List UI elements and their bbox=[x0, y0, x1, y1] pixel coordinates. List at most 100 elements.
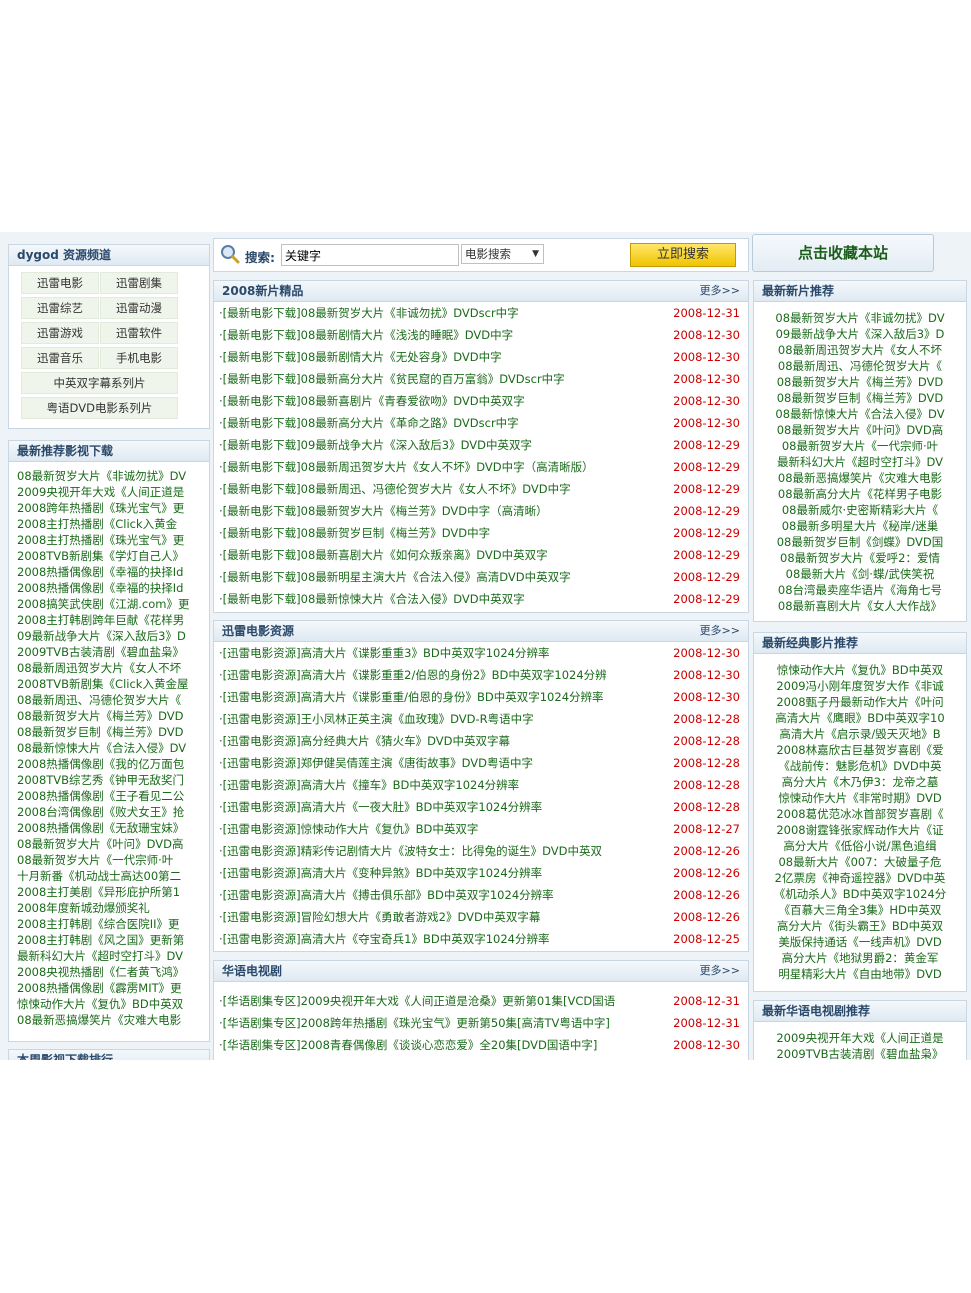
list-item-link[interactable]: 惊悚动作大片《复仇》BD中英双 bbox=[17, 997, 183, 1011]
list-item-link[interactable]: 2008主打韩剧《综合医院II》更 bbox=[17, 917, 180, 931]
list-item-link[interactable]: 《战前传：魅影危机》DVD中英 bbox=[778, 759, 941, 773]
list-item-link[interactable]: 08台湾最卖座华语片《海角七号 bbox=[778, 583, 942, 597]
list-item-link[interactable]: 2亿票房《神奇遥控器》DVD中英 bbox=[775, 871, 946, 885]
channel-item[interactable]: 迅雷音乐 bbox=[21, 347, 99, 369]
list-item-link[interactable]: 08最新周迅贺岁大片《女人不坏 bbox=[778, 343, 942, 357]
list-item-link[interactable]: 最新科幻大片《超时空打斗》DV bbox=[777, 455, 943, 469]
news-link[interactable]: ·[最新电影下载]08最新惊悚大片《合法入侵》DVD中英双字 bbox=[219, 592, 525, 606]
news-link[interactable]: ·[最新电影下载]08最新高分大片《革命之路》DVDscr中字 bbox=[219, 416, 519, 430]
list-item-link[interactable]: 08最新贺岁巨制《梅兰芳》DVD bbox=[777, 391, 944, 405]
list-item-link[interactable]: 惊悚动作大片《复仇》BD中英双 bbox=[777, 663, 943, 677]
list-item-link[interactable]: 08最新恶搞爆笑片《灾难大电影 bbox=[778, 471, 942, 485]
news-link[interactable]: ·[最新电影下载]08最新喜剧大片《如何众叛亲离》DVD中英双字 bbox=[219, 548, 548, 562]
list-item-link[interactable]: 08最新贺岁大片《非诚勿扰》DV bbox=[775, 311, 944, 325]
list-item-link[interactable]: 08最新周迅贺岁大片《女人不坏 bbox=[17, 661, 181, 675]
channel-item-wide[interactable]: 粤语DVD电影系列片 bbox=[21, 397, 178, 419]
news-link[interactable]: ·[迅雷电影资源]高清大片《谍影重重/伯恩的身份》BD中英双字1024分辨率 bbox=[219, 690, 604, 704]
list-item-link[interactable]: 2009央视开年大戏《人间正道是 bbox=[17, 485, 184, 499]
news-link[interactable]: ·[最新电影下载]08最新贺岁大片《梅兰芳》DVD中字（高清晰） bbox=[219, 504, 548, 518]
list-item-link[interactable]: 08最新贺岁大片《叶问》DVD高 bbox=[777, 423, 944, 437]
channel-item[interactable]: 迅雷动漫 bbox=[100, 297, 178, 319]
news-link[interactable]: ·[迅雷电影资源]郑伊健吴倩莲主演《唐街故事》DVD粤语中字 bbox=[219, 756, 533, 770]
list-item-link[interactable]: 09最新战争大片《深入敌后3》D bbox=[776, 327, 945, 341]
list-item-link[interactable]: 08最新威尔·史密斯精彩大片《 bbox=[782, 503, 938, 517]
list-item-link[interactable]: 08最新多明星大片《秘岸/迷巢 bbox=[782, 519, 939, 533]
list-item-link[interactable]: 08最新周迅、冯德伦贺岁大片《 bbox=[778, 359, 942, 373]
news-link[interactable]: ·[迅雷电影资源]高清大片《谍影重重3》BD中英双字1024分辨率 bbox=[219, 646, 549, 660]
list-item-link[interactable]: 08最新贺岁大片《爱呼2：爱情 bbox=[780, 551, 940, 565]
news-link[interactable]: ·[最新电影下载]08最新剧情大片《浅浅的睡眠》DVD中字 bbox=[219, 328, 513, 342]
list-item-link[interactable]: 2008甄子丹最新动作大片《叶问 bbox=[776, 695, 943, 709]
news-link[interactable]: ·[最新电影下载]08最新剧情大片《无处容身》DVD中字 bbox=[219, 350, 502, 364]
list-item-link[interactable]: 高分大片《低俗小说/黑色追缉 bbox=[783, 839, 936, 853]
list-item-link[interactable]: 2008热播偶像剧《无敌珊宝妹》 bbox=[17, 821, 184, 835]
list-item-link[interactable]: 2008热播偶像剧《幸福的抉择Id bbox=[17, 565, 183, 579]
list-item-link[interactable]: 2009TVB古装清剧《碧血盐枭》 bbox=[776, 1047, 943, 1060]
list-item-link[interactable]: 08最新贺岁巨制《梅兰芳》DVD bbox=[17, 725, 184, 739]
channel-item-wide[interactable]: 中英双字幕系列片 bbox=[21, 372, 178, 394]
list-item-link[interactable]: 08最新贺岁巨制《剑蝶》DVD国 bbox=[777, 535, 944, 549]
list-item-link[interactable]: 2008TVB新剧集《Click入黄金屋 bbox=[17, 677, 188, 691]
tv-more-link[interactable]: 更多>> bbox=[700, 961, 740, 981]
list-item-link[interactable]: 2008TVB综艺秀《钟甲无敌奖门 bbox=[17, 773, 184, 787]
search-input[interactable] bbox=[281, 244, 459, 266]
news-link[interactable]: ·[最新电影下载]08最新喜剧片《青春爱欲吻》DVD中英双字 bbox=[219, 394, 525, 408]
list-item-link[interactable]: 08最新惊悚大片《合法入侵》DV bbox=[775, 407, 944, 421]
news-link[interactable]: ·[迅雷电影资源]高清大片《变种异煞》BD中英双字1024分辨率 bbox=[219, 866, 542, 880]
channel-item[interactable]: 迅雷剧集 bbox=[100, 272, 178, 294]
news-link[interactable]: ·[最新电影下载]08最新高分大片《贫民窟的百万富翁》DVDscr中字 bbox=[219, 372, 565, 386]
list-item-link[interactable]: 08最新恶搞爆笑片《灾难大电影 bbox=[17, 1013, 181, 1027]
list-item-link[interactable]: 高分大片《木乃伊3：龙帝之墓 bbox=[782, 775, 939, 789]
list-item-link[interactable]: 08最新贺岁大片《叶问》DVD高 bbox=[17, 837, 184, 851]
news-link[interactable]: ·[迅雷电影资源]冒险幻想大片《勇敢者游戏2》DVD中英双字幕 bbox=[219, 910, 540, 924]
news-link[interactable]: ·[迅雷电影资源]精彩传记剧情大片《波特女士：比得兔的诞生》DVD中英双 bbox=[219, 844, 602, 858]
news-link[interactable]: ·[最新电影下载]08最新明星主演大片《合法入侵》高清DVD中英双字 bbox=[219, 570, 571, 584]
list-item-link[interactable]: 2008热播偶像剧《幸福的抉择Id bbox=[17, 581, 183, 595]
list-item-link[interactable]: 2008林嘉欣古巨基贺岁喜剧《爱 bbox=[776, 743, 943, 757]
list-item-link[interactable]: 2008跨年热播剧《珠光宝气》更 bbox=[17, 501, 184, 515]
search-button[interactable]: 立即搜索 bbox=[630, 243, 736, 267]
list-item-link[interactable]: 2008热播偶像剧《王子看见二公 bbox=[17, 789, 184, 803]
list-item-link[interactable]: 2008主打热播剧《珠光宝气》更 bbox=[17, 533, 184, 547]
list-item-link[interactable]: 惊悚动作大片《非常时期》DVD bbox=[778, 791, 941, 805]
list-item-link[interactable]: 2009央视开年大戏《人间正道是 bbox=[776, 1031, 943, 1045]
list-item-link[interactable]: 08最新大片《剑·蝶/武侠笑祝 bbox=[786, 567, 935, 581]
channel-item[interactable]: 迅雷电影 bbox=[21, 272, 99, 294]
list-item-link[interactable]: 2008主打热播剧《Click入黄金 bbox=[17, 517, 177, 531]
news-link[interactable]: ·[迅雷电影资源]高清大片《夺宝奇兵1》BD中英双字1024分辨率 bbox=[219, 932, 549, 946]
list-item-link[interactable]: 高分大片《街头霸王》BD中英双 bbox=[777, 919, 943, 933]
list-item-link[interactable]: 《百慕大三角全3集》HD中英双 bbox=[779, 903, 942, 917]
list-item-link[interactable]: 2008葛优范冰冰首部贺岁喜剧《 bbox=[776, 807, 943, 821]
list-item-link[interactable]: 09最新战争大片《深入敌后3》D bbox=[17, 629, 186, 643]
list-item-link[interactable]: 2008央视热播剧《仁者黄飞鸿》 bbox=[17, 965, 184, 979]
list-item-link[interactable]: 高清大片《鹰眼》BD中英双字10 bbox=[775, 711, 944, 725]
list-item-link[interactable]: 十月新番《机动战士高达00第二 bbox=[17, 869, 181, 883]
channel-item[interactable]: 迅雷软件 bbox=[100, 322, 178, 344]
list-item-link[interactable]: 高分大片《地狱男爵2：黄金军 bbox=[782, 951, 939, 965]
list-item-link[interactable]: 08最新大片《007：大破量子危 bbox=[778, 855, 941, 869]
news-link[interactable]: ·[迅雷电影资源]高清大片《撞车》BD中英双字1024分辨率 bbox=[219, 778, 519, 792]
xunlei-more-link[interactable]: 更多>> bbox=[700, 621, 740, 641]
list-item-link[interactable]: 08最新贺岁大片《一代宗师·叶 bbox=[782, 439, 938, 453]
list-item-link[interactable]: 2008主打韩剧《风之国》更新第 bbox=[17, 933, 184, 947]
channel-item[interactable]: 迅雷游戏 bbox=[21, 322, 99, 344]
list-item-link[interactable]: 08最新贺岁大片《一代宗师·叶 bbox=[17, 853, 173, 867]
search-type-select[interactable]: 电影搜索 ▼ bbox=[461, 244, 544, 264]
news-link[interactable]: ·[迅雷电影资源]高分经典大片《猜火车》DVD中英双字幕 bbox=[219, 734, 510, 748]
list-item-link[interactable]: 《机动杀人》BD中英双字1024分 bbox=[774, 887, 947, 901]
list-item-link[interactable]: 2008谢霆锋张家辉动作大片《证 bbox=[776, 823, 943, 837]
list-item-link[interactable]: 08最新高分大片《花样男子电影 bbox=[778, 487, 942, 501]
news-link[interactable]: ·[最新电影下载]08最新贺岁大片《非诚勿扰》DVDscr中字 bbox=[219, 306, 519, 320]
news-link[interactable]: ·[华语剧集专区]2009央视开年大戏《人间正道是沧桑》更新第01集[VCD国语 bbox=[219, 994, 615, 1008]
news-link[interactable]: ·[最新电影下载]08最新贺岁巨制《梅兰芳》DVD中字 bbox=[219, 526, 490, 540]
news-link[interactable]: ·[迅雷电影资源]王小凤林正英主演《血玫瑰》DVD-R粤语中字 bbox=[219, 712, 534, 726]
channel-item[interactable]: 迅雷综艺 bbox=[21, 297, 99, 319]
list-item-link[interactable]: 2008TVB新剧集《学灯自己人》 bbox=[17, 549, 184, 563]
list-item-link[interactable]: 2008热播偶像剧《霹雳MIT》更 bbox=[17, 981, 182, 995]
list-item-link[interactable]: 08最新惊悚大片《合法入侵》DV bbox=[17, 741, 186, 755]
list-item-link[interactable]: 2009冯小刚年度贺岁大作《非诚 bbox=[776, 679, 943, 693]
bookmark-site-button[interactable]: 点击收藏本站 bbox=[752, 234, 934, 272]
list-item-link[interactable]: 08最新贺岁大片《梅兰芳》DVD bbox=[17, 709, 184, 723]
news-link[interactable]: ·[华语剧集专区]2008跨年热播剧《珠光宝气》更新第50集[高清TV粤语中字] bbox=[219, 1016, 610, 1030]
list-item-link[interactable]: 2008年度新城劲爆颁奖礼 bbox=[17, 901, 150, 915]
